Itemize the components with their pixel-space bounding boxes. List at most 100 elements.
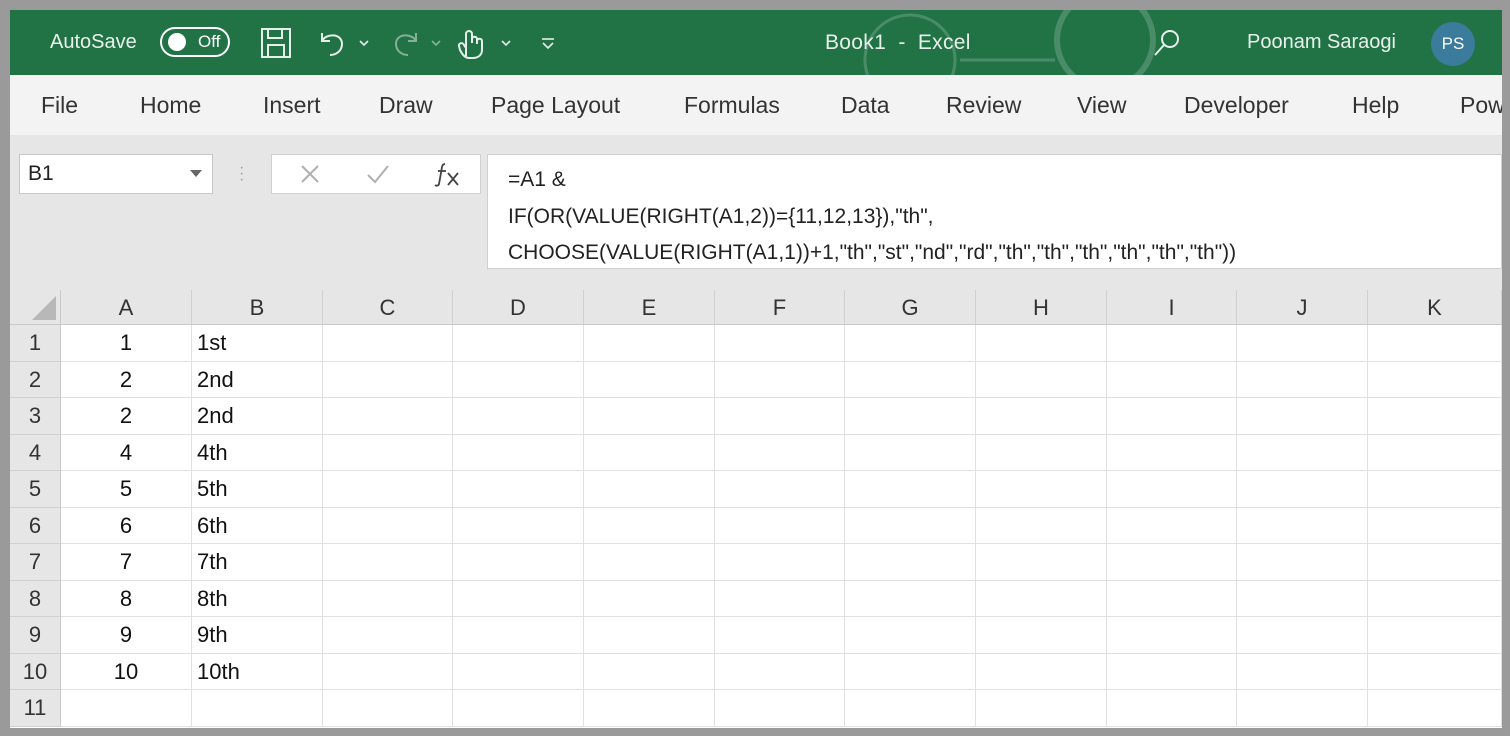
cell-e7[interactable] (584, 544, 715, 581)
cell-k10[interactable] (1368, 653, 1502, 690)
undo-icon[interactable] (316, 10, 348, 75)
enter-icon[interactable] (360, 155, 396, 193)
cell-d3[interactable] (453, 398, 584, 435)
cell-f5[interactable] (715, 471, 845, 508)
cell-c6[interactable] (323, 507, 453, 544)
tab-data[interactable]: Data (841, 75, 890, 135)
cell-d2[interactable] (453, 361, 584, 398)
cell-a11[interactable] (61, 690, 192, 727)
cell-d1[interactable] (453, 325, 584, 362)
cell-h10[interactable] (976, 653, 1107, 690)
cell-a8[interactable]: 8 (61, 580, 192, 617)
column-header-c[interactable]: C (323, 290, 453, 325)
cell-h2[interactable] (976, 361, 1107, 398)
cell-h4[interactable] (976, 434, 1107, 471)
row-header[interactable]: 7 (10, 544, 61, 581)
cell-g6[interactable] (845, 507, 976, 544)
cell-e9[interactable] (584, 617, 715, 654)
cell-j8[interactable] (1237, 580, 1368, 617)
cell-i4[interactable] (1107, 434, 1237, 471)
cell-h5[interactable] (976, 471, 1107, 508)
cell-i1[interactable] (1107, 325, 1237, 362)
cell-c1[interactable] (323, 325, 453, 362)
cell-a2[interactable]: 2 (61, 361, 192, 398)
cell-e10[interactable] (584, 653, 715, 690)
cell-b2[interactable]: 2nd (192, 361, 323, 398)
cell-e5[interactable] (584, 471, 715, 508)
cell-g4[interactable] (845, 434, 976, 471)
cell-j4[interactable] (1237, 434, 1368, 471)
cell-k7[interactable] (1368, 544, 1502, 581)
cell-a1[interactable]: 1 (61, 325, 192, 362)
undo-dropdown-icon[interactable] (358, 10, 370, 75)
select-all-button[interactable] (10, 290, 61, 325)
touch-dropdown-icon[interactable] (500, 10, 512, 75)
redo-dropdown-icon[interactable] (430, 10, 442, 75)
column-header-g[interactable]: G (845, 290, 976, 325)
cell-d8[interactable] (453, 580, 584, 617)
cell-b3[interactable]: 2nd (192, 398, 323, 435)
cell-h1[interactable] (976, 325, 1107, 362)
cell-g8[interactable] (845, 580, 976, 617)
cell-k5[interactable] (1368, 471, 1502, 508)
column-header-a[interactable]: A (61, 290, 192, 325)
touch-mode-icon[interactable] (456, 10, 484, 75)
name-box[interactable]: B1 (19, 154, 213, 194)
cell-g3[interactable] (845, 398, 976, 435)
column-header-i[interactable]: I (1107, 290, 1237, 325)
cell-g9[interactable] (845, 617, 976, 654)
cell-k6[interactable] (1368, 507, 1502, 544)
cell-i10[interactable] (1107, 653, 1237, 690)
tab-insert[interactable]: Insert (263, 75, 321, 135)
column-header-h[interactable]: H (976, 290, 1107, 325)
column-header-b[interactable]: B (192, 290, 323, 325)
cell-f10[interactable] (715, 653, 845, 690)
cell-i7[interactable] (1107, 544, 1237, 581)
cell-a3[interactable]: 2 (61, 398, 192, 435)
row-header[interactable]: 3 (10, 398, 61, 435)
tab-review[interactable]: Review (946, 75, 1021, 135)
cell-e3[interactable] (584, 398, 715, 435)
save-icon[interactable] (260, 10, 292, 75)
cell-d9[interactable] (453, 617, 584, 654)
cell-h7[interactable] (976, 544, 1107, 581)
cell-j2[interactable] (1237, 361, 1368, 398)
cell-g2[interactable] (845, 361, 976, 398)
cell-b8[interactable]: 8th (192, 580, 323, 617)
tab-view[interactable]: View (1077, 75, 1126, 135)
cell-d6[interactable] (453, 507, 584, 544)
cell-j7[interactable] (1237, 544, 1368, 581)
column-header-f[interactable]: F (715, 290, 845, 325)
cell-b6[interactable]: 6th (192, 507, 323, 544)
cell-j3[interactable] (1237, 398, 1368, 435)
cell-a10[interactable]: 10 (61, 653, 192, 690)
cell-f3[interactable] (715, 398, 845, 435)
cell-d5[interactable] (453, 471, 584, 508)
cell-f9[interactable] (715, 617, 845, 654)
cell-c5[interactable] (323, 471, 453, 508)
cell-b9[interactable]: 9th (192, 617, 323, 654)
column-header-e[interactable]: E (584, 290, 715, 325)
cell-a6[interactable]: 6 (61, 507, 192, 544)
cell-i2[interactable] (1107, 361, 1237, 398)
insert-function-icon[interactable] (427, 155, 467, 193)
customize-qat-icon[interactable] (540, 10, 556, 75)
tab-power-pivot[interactable]: Pow (1460, 75, 1502, 135)
cell-a5[interactable]: 5 (61, 471, 192, 508)
cell-f6[interactable] (715, 507, 845, 544)
cell-h11[interactable] (976, 690, 1107, 727)
cell-g1[interactable] (845, 325, 976, 362)
tab-developer[interactable]: Developer (1184, 75, 1289, 135)
cell-c4[interactable] (323, 434, 453, 471)
autosave-toggle[interactable]: Off (160, 27, 230, 57)
row-header[interactable]: 6 (10, 507, 61, 544)
redo-icon[interactable] (390, 10, 422, 75)
cell-k8[interactable] (1368, 580, 1502, 617)
cell-f7[interactable] (715, 544, 845, 581)
tab-help[interactable]: Help (1352, 75, 1399, 135)
grip-dots-icon[interactable]: · · · (239, 160, 244, 188)
cell-i5[interactable] (1107, 471, 1237, 508)
cell-e4[interactable] (584, 434, 715, 471)
cell-e8[interactable] (584, 580, 715, 617)
user-name[interactable]: Poonam Saraogi (1247, 10, 1396, 75)
